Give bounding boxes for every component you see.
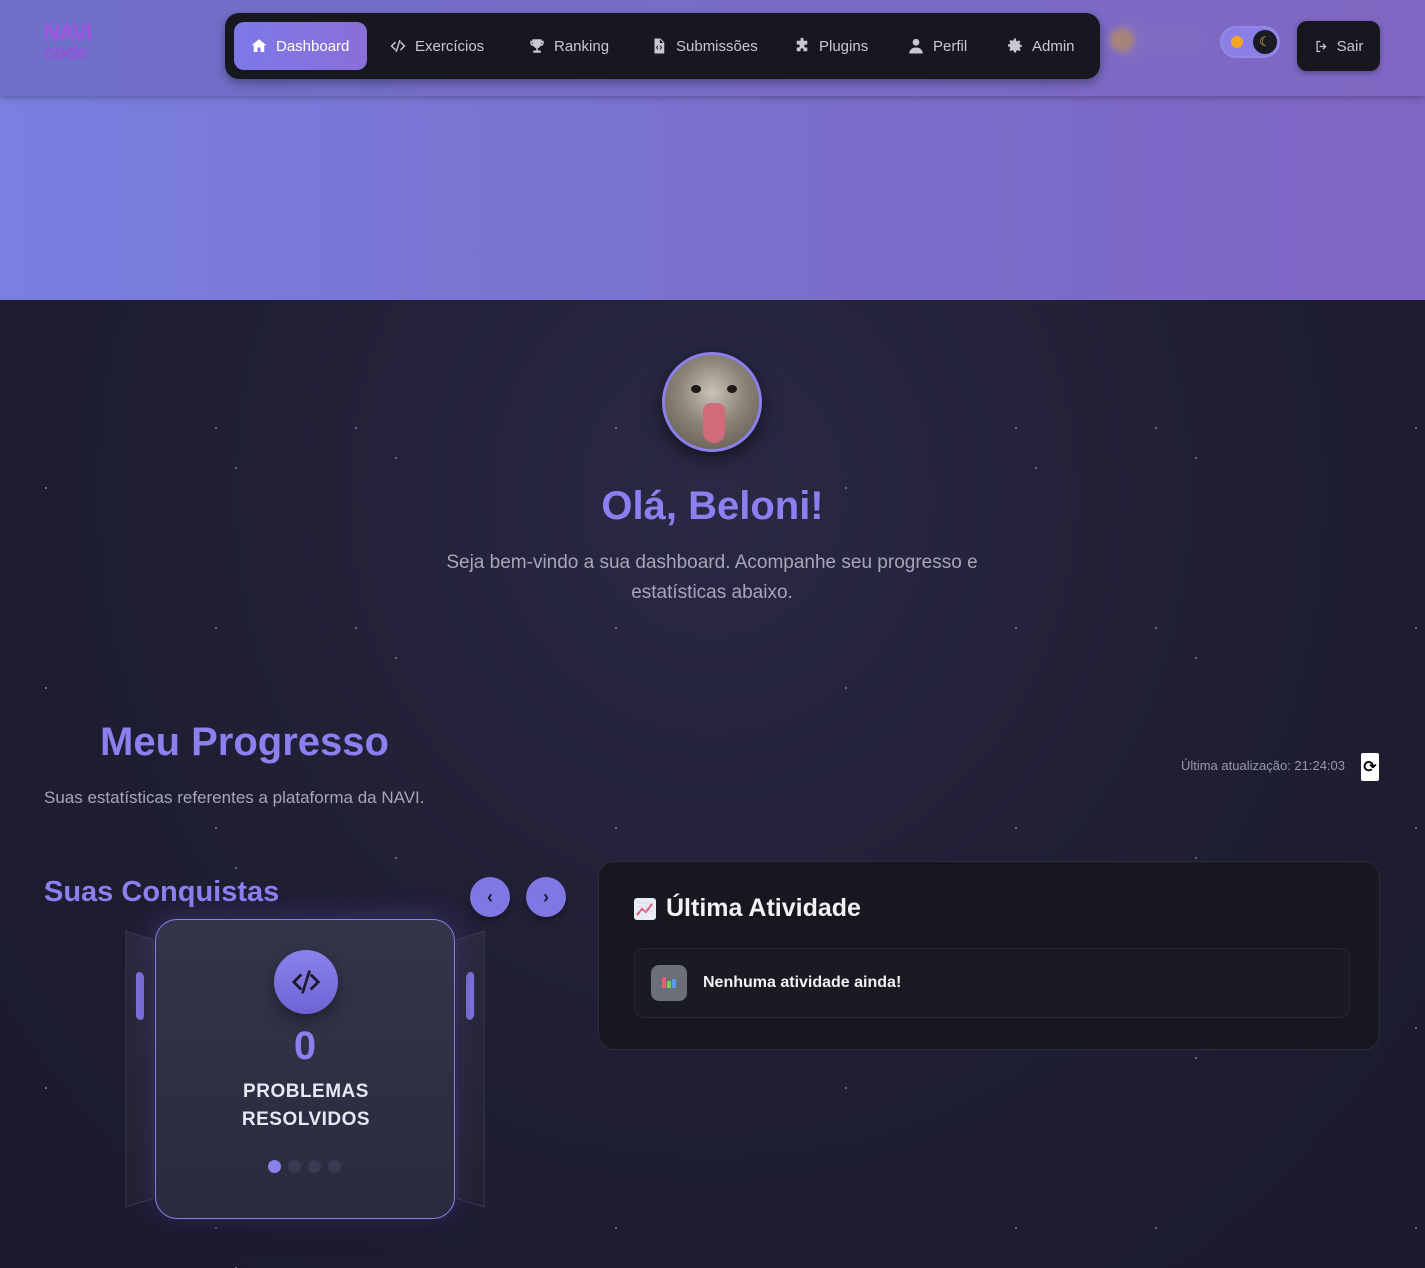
nav-submissoes[interactable]: Submissões xyxy=(634,22,774,70)
nav-exercicios[interactable]: Exercícios xyxy=(373,22,500,70)
achievement-card-current: 0 PROBLEMAS RESOLVIDOS xyxy=(155,919,455,1219)
activity-empty-row: Nenhuma atividade ainda! xyxy=(634,948,1350,1018)
carousel-next-button[interactable]: › xyxy=(526,877,566,917)
theme-toggle[interactable]: ☾ xyxy=(1220,26,1280,58)
user-icon xyxy=(909,38,923,54)
achievement-icon xyxy=(465,971,475,1021)
last-update-text: Última atualização: 21:24:03 xyxy=(1180,758,1345,773)
file-code-icon xyxy=(654,38,665,54)
achievement-label: PROBLEMAS RESOLVIDOS xyxy=(241,1081,371,1130)
achievement-card-next[interactable] xyxy=(456,930,485,1208)
achievements-title: Suas Conquistas xyxy=(44,876,280,908)
greeting-title: Olá, Beloni! xyxy=(601,484,824,528)
refresh-icon: ⟳ xyxy=(1363,759,1377,776)
refresh-button[interactable]: ⟳ xyxy=(1361,753,1379,781)
logout-label: Sair xyxy=(1336,37,1364,55)
nav-exercicios-label: Exercícios xyxy=(415,37,485,55)
last-activity-panel: Última Atividade Nenhuma atividade ainda… xyxy=(598,861,1380,1050)
carousel-prev-button[interactable]: ‹ xyxy=(470,877,510,917)
moon-icon: ☾ xyxy=(1253,30,1277,54)
logout-icon xyxy=(1316,40,1327,52)
carousel-dot[interactable] xyxy=(288,1160,301,1173)
chart-increasing-icon xyxy=(634,897,656,920)
logo-line-1: NAVI xyxy=(44,20,92,45)
bar-chart-icon xyxy=(651,965,687,1001)
logo-line-2: code xyxy=(44,42,88,64)
nav-perfil[interactable]: Perfil xyxy=(891,22,983,70)
chevron-right-icon: › xyxy=(543,886,549,907)
nav-dashboard-label: Dashboard xyxy=(276,37,350,55)
nav-ranking[interactable]: Ranking xyxy=(512,22,625,70)
achievement-card-prev[interactable] xyxy=(125,930,154,1208)
main-nav: Dashboard Exercícios Ranking Submissões … xyxy=(225,13,1100,79)
home-icon xyxy=(251,39,267,52)
achievement-value: 0 xyxy=(293,1024,317,1068)
carousel-dot[interactable] xyxy=(268,1160,281,1173)
code-icon xyxy=(390,40,406,52)
nav-plugins-label: Plugins xyxy=(819,37,869,55)
hero-banner xyxy=(0,96,1425,300)
nav-perfil-label: Perfil xyxy=(933,37,968,55)
carousel-dots xyxy=(268,1160,341,1173)
carousel-dot[interactable] xyxy=(328,1160,341,1173)
carousel-dot[interactable] xyxy=(308,1160,321,1173)
last-activity-title: Última Atividade xyxy=(666,894,861,922)
navi-code-logo[interactable]: NAVI code xyxy=(44,20,108,68)
activity-empty-text: Nenhuma atividade ainda! xyxy=(703,974,902,991)
achievement-icon xyxy=(135,971,145,1021)
nav-admin-label: Admin xyxy=(1032,37,1075,55)
gear-icon xyxy=(1008,38,1022,53)
nav-ranking-label: Ranking xyxy=(554,37,610,55)
last-activity-header: Última Atividade xyxy=(634,894,861,923)
trophy-icon xyxy=(530,39,544,53)
chevron-left-icon: ‹ xyxy=(487,886,493,907)
progress-title: Meu Progresso xyxy=(100,720,389,764)
logout-button[interactable]: Sair xyxy=(1297,21,1380,71)
welcome-text: Seja bem-vindo a sua dashboard. Acompanh… xyxy=(446,552,978,603)
top-header: NAVI code Dashboard Exercícios Ranking S… xyxy=(0,0,1425,96)
progress-subtitle: Suas estatísticas referentes a plataform… xyxy=(44,788,425,807)
code-icon xyxy=(274,950,338,1014)
nav-plugins[interactable]: Plugins xyxy=(777,22,884,70)
user-avatar[interactable] xyxy=(662,352,762,452)
sun-icon xyxy=(1231,36,1243,48)
nav-dashboard[interactable]: Dashboard xyxy=(234,22,367,70)
nav-submissoes-label: Submissões xyxy=(676,37,758,55)
blurred-user-chip xyxy=(1108,22,1208,58)
nav-admin[interactable]: Admin xyxy=(990,22,1091,70)
puzzle-icon xyxy=(796,37,808,52)
